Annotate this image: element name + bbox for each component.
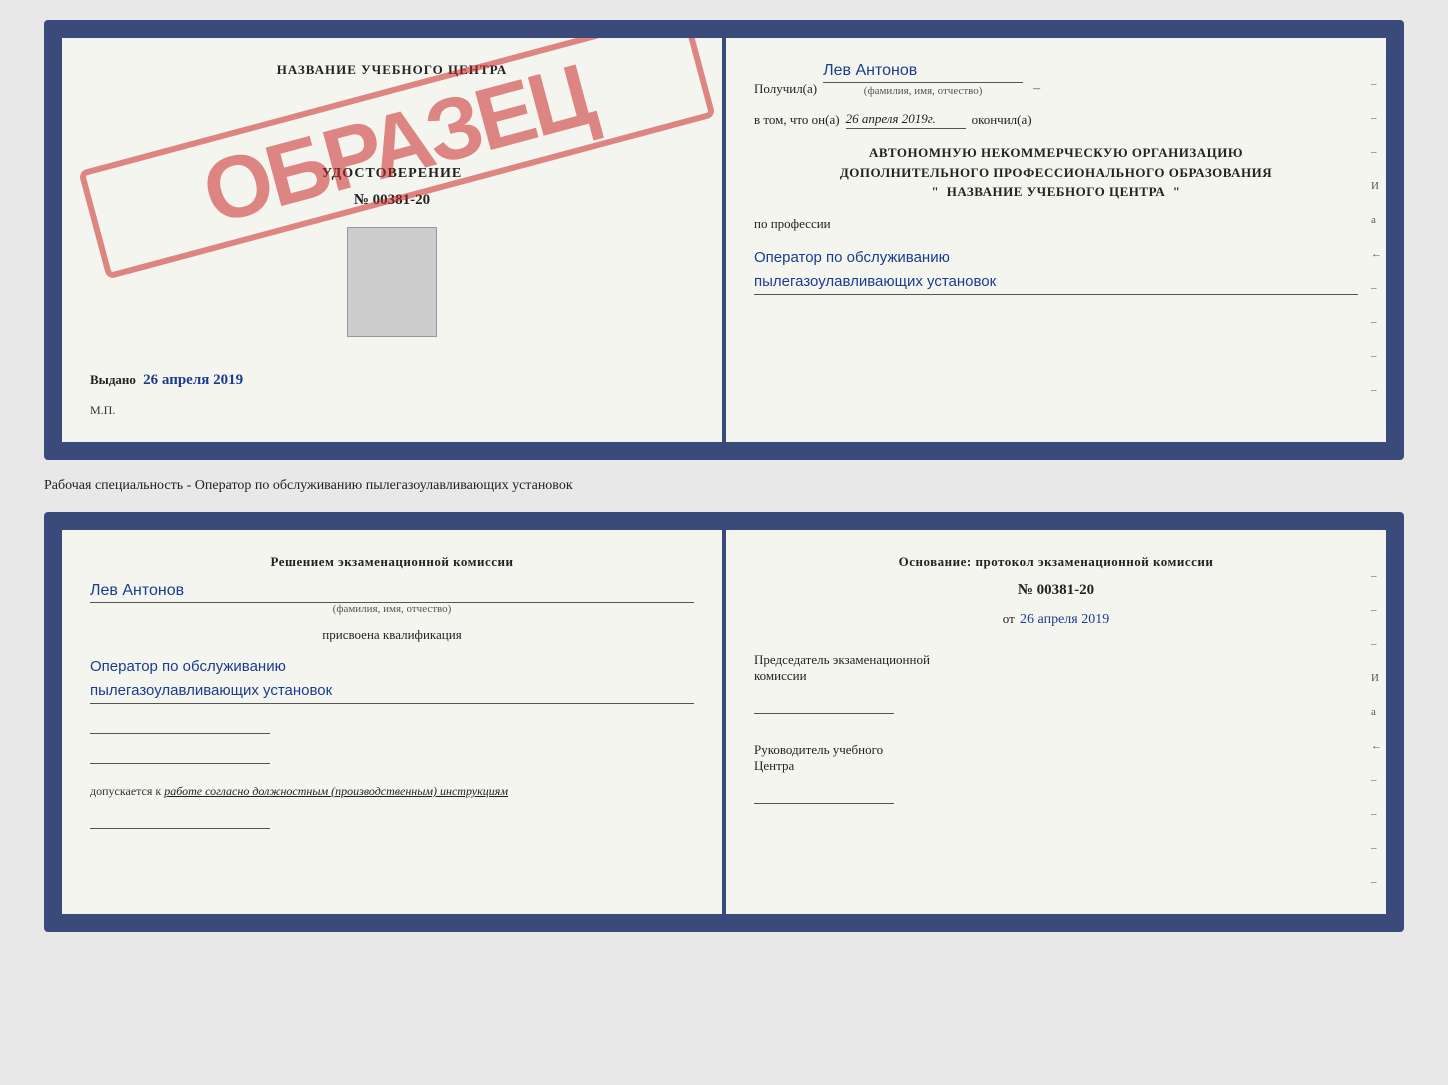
org-line1: АВТОНОМНУЮ НЕКОММЕРЧЕСКУЮ ОРГАНИЗАЦИЮ: [754, 143, 1358, 163]
bottom-person-name: Лев Антонов: [90, 582, 694, 603]
recipient-wrapper: Лев Антонов (фамилия, имя, отчество): [823, 62, 1023, 97]
chairman-sign-line: [754, 696, 894, 714]
signature-line-1: [90, 716, 270, 734]
protocol-date: от 26 апреля 2019: [754, 611, 1358, 628]
top-document: НАЗВАНИЕ УЧЕБНОГО ЦЕНТРА ОБРАЗЕЦ УДОСТОВ…: [44, 20, 1404, 460]
in-that-label: в том, что он(а): [754, 112, 840, 128]
chairman-block: Председатель экзаменационной комиссии: [754, 652, 1358, 714]
specialty-label: Рабочая специальность - Оператор по обсл…: [44, 478, 1404, 494]
allowed-block: допускается к работе согласно должностны…: [90, 784, 694, 799]
bottom-person-wrapper: Лев Антонов (фамилия, имя, отчество): [90, 582, 694, 615]
fio-label-top: (фамилия, имя, отчество): [864, 85, 983, 97]
org-name-line: " НАЗВАНИЕ УЧЕБНОГО ЦЕНТРА ": [754, 182, 1358, 202]
right-side-marks-top: – – – И а ← – – – –: [1371, 78, 1382, 396]
mp-label: М.П.: [90, 403, 115, 418]
top-doc-left: НАЗВАНИЕ УЧЕБНОГО ЦЕНТРА ОБРАЗЕЦ УДОСТОВ…: [62, 38, 722, 442]
allowed-italic: работе согласно должностным (производств…: [164, 784, 508, 798]
top-doc-right: Получил(а) Лев Антонов (фамилия, имя, от…: [726, 38, 1386, 442]
bottom-doc-right: Основание: протокол экзаменационной коми…: [726, 530, 1386, 914]
qualification-label: присвоена квалификация: [90, 627, 694, 643]
leader-line2: Центра: [754, 758, 1358, 774]
completed-line: в том, что он(а) 26 апреля 2019г. окончи…: [754, 111, 1358, 129]
qual-line1: Оператор по обслуживанию: [90, 655, 694, 679]
bottom-document: Решением экзаменационной комиссии Лев Ан…: [44, 512, 1404, 932]
protocol-number: № 00381-20: [754, 582, 1358, 599]
basis-heading: Основание: протокол экзаменационной коми…: [754, 554, 1358, 570]
allowed-prefix: допускается к: [90, 784, 161, 798]
date-prefix: от: [1003, 611, 1015, 626]
profession-label: по профессии: [754, 216, 1358, 232]
qual-line2: пылегазоулавливающих установок: [90, 679, 694, 703]
commission-heading: Решением экзаменационной комиссии: [90, 554, 694, 570]
completed-label: окончил(а): [972, 112, 1032, 128]
right-side-marks-bottom: – – – И а ← – – – –: [1371, 570, 1382, 888]
org-name: НАЗВАНИЕ УЧЕБНОГО ЦЕНТРА: [947, 184, 1166, 199]
leader-line1: Руководитель учебного: [754, 742, 1358, 758]
chairman-line2: комиссии: [754, 668, 1358, 684]
issued-date: 26 апреля 2019: [143, 372, 243, 388]
leader-block: Руководитель учебного Центра: [754, 742, 1358, 804]
received-label: Получил(а): [754, 81, 817, 97]
leader-sign-line: [754, 786, 894, 804]
signature-line-2: [90, 746, 270, 764]
signature-line-3: [90, 811, 270, 829]
photo-placeholder: [347, 227, 437, 337]
recipient-line: Получил(а) Лев Антонов (фамилия, имя, от…: [754, 62, 1358, 97]
profession-line1: Оператор по обслуживанию пылегазоулавлив…: [754, 246, 1358, 295]
org-line2: ДОПОЛНИТЕЛЬНОГО ПРОФЕССИОНАЛЬНОГО ОБРАЗО…: [754, 163, 1358, 183]
org-block: АВТОНОМНУЮ НЕКОММЕРЧЕСКУЮ ОРГАНИЗАЦИЮ ДО…: [754, 143, 1358, 202]
protocol-date-value: 26 апреля 2019: [1020, 612, 1109, 627]
chairman-line1: Председатель экзаменационной: [754, 652, 1358, 668]
recipient-name: Лев Антонов: [823, 62, 1023, 83]
qualification-value: Оператор по обслуживанию пылегазоулавлив…: [90, 655, 694, 704]
issued-line: Выдано 26 апреля 2019: [90, 372, 243, 389]
dash-top: –: [1033, 81, 1040, 97]
bottom-fio-label: (фамилия, имя, отчество): [90, 603, 694, 615]
completion-date: 26 апреля 2019г.: [846, 111, 966, 129]
bottom-doc-left: Решением экзаменационной комиссии Лев Ан…: [62, 530, 722, 914]
